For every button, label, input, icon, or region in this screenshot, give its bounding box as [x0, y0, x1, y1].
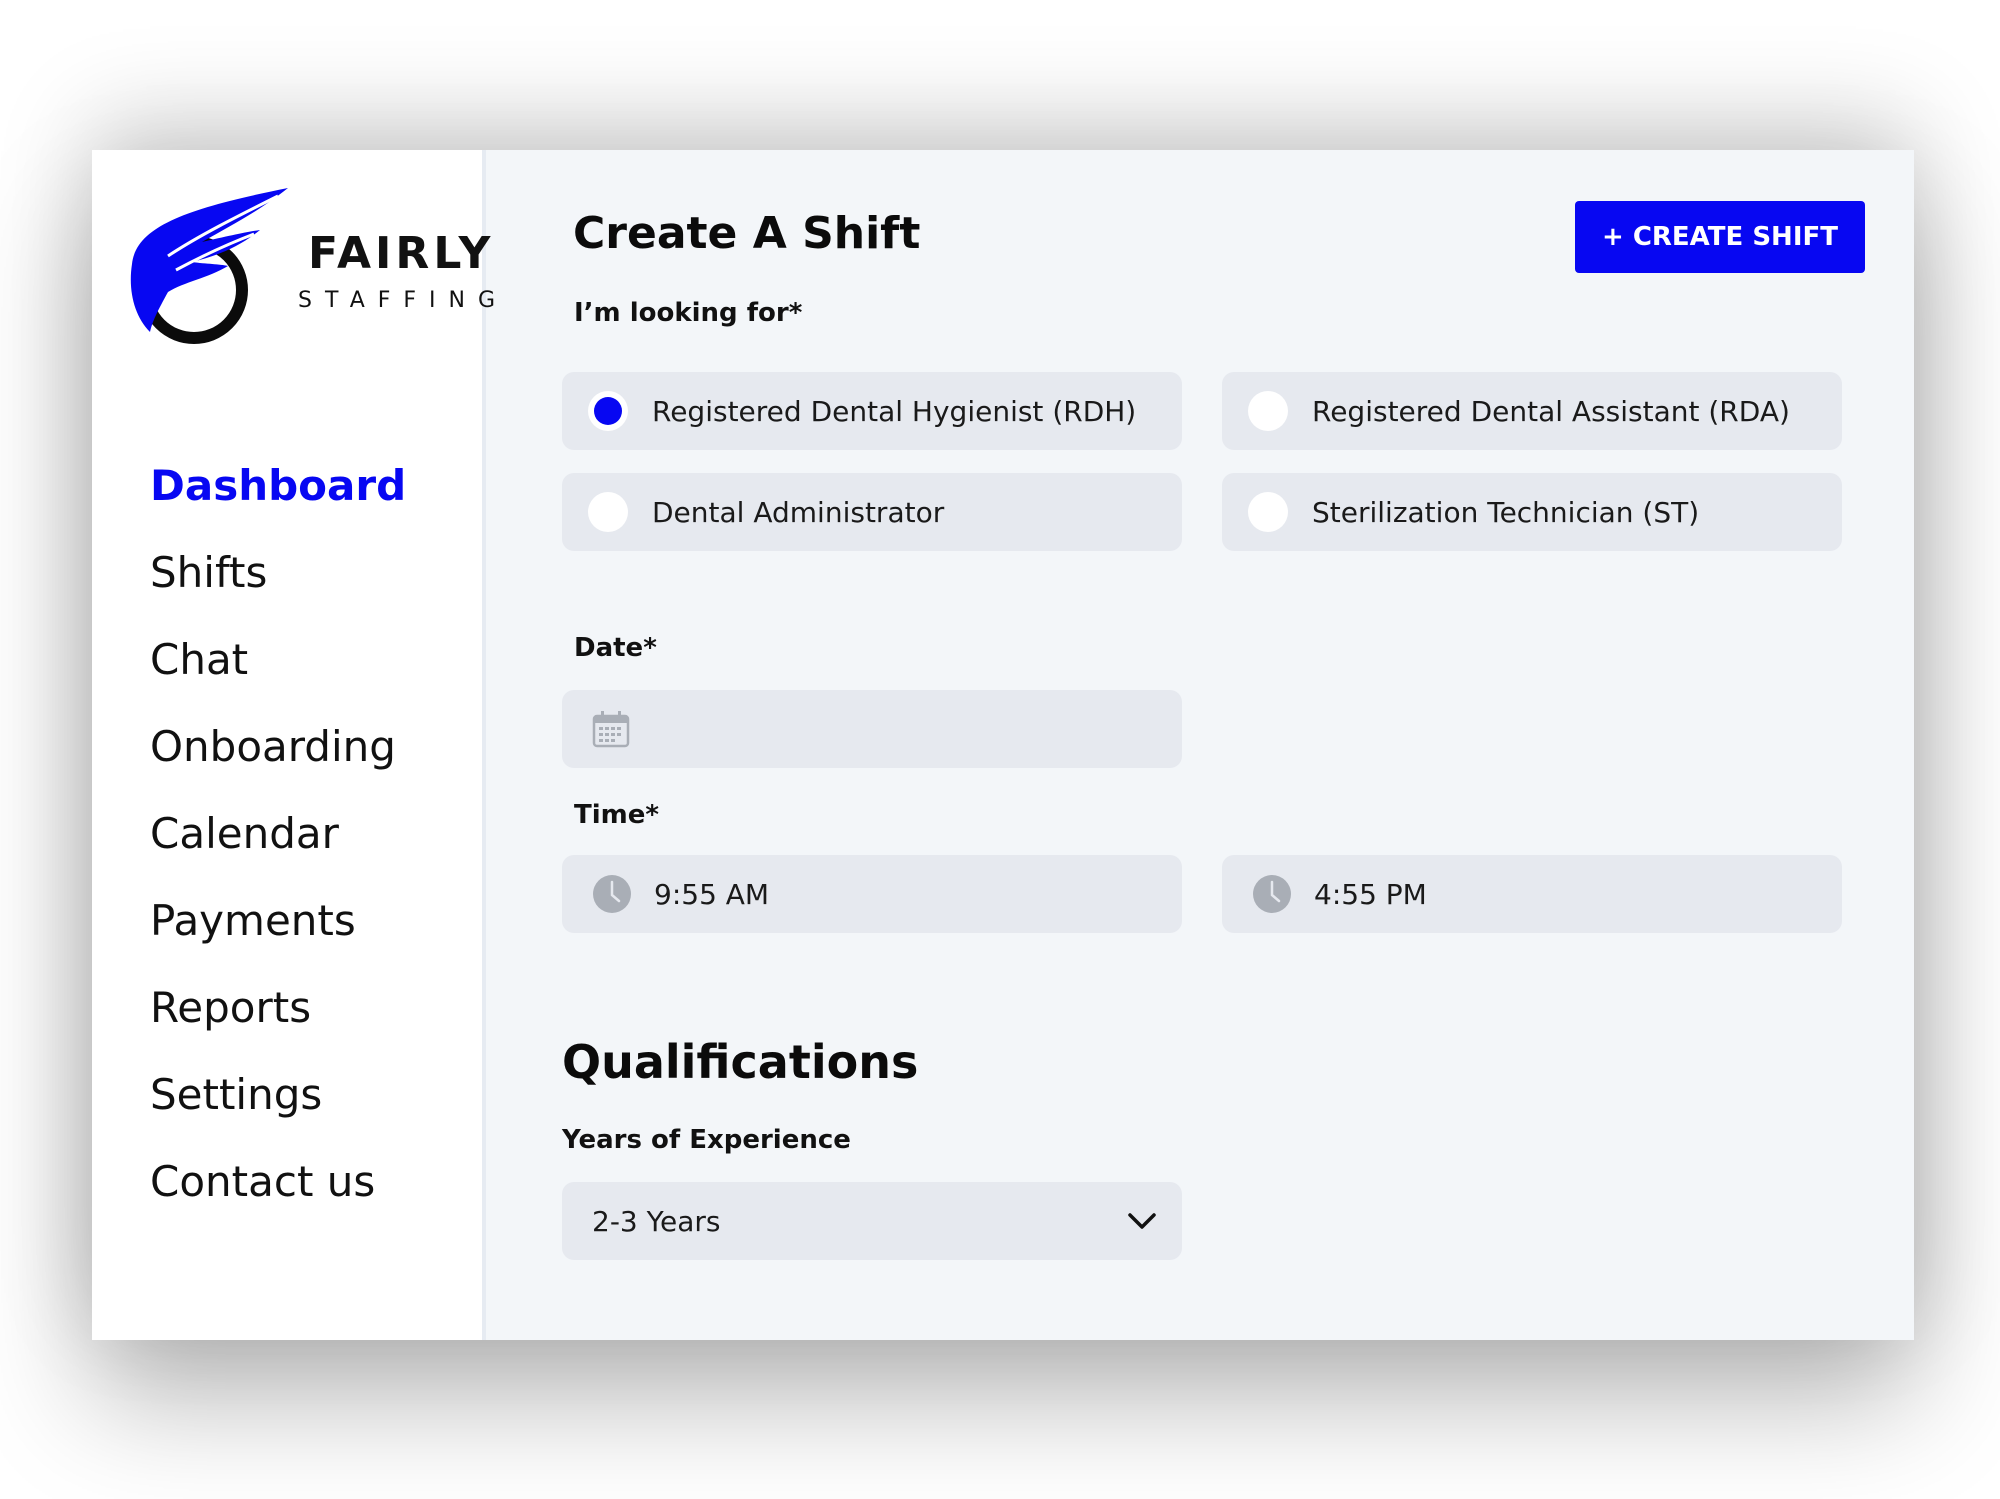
clock-icon	[1253, 875, 1291, 913]
date-input[interactable]	[562, 690, 1182, 768]
experience-select[interactable]: 2-3 Years	[562, 1182, 1182, 1260]
sidebar-item-settings[interactable]: Settings	[150, 1051, 406, 1138]
sidebar-item-contact-us[interactable]: Contact us	[150, 1138, 406, 1225]
stage: FAIRLY STAFFING Dashboard Shifts Chat On…	[0, 0, 2000, 1499]
sidebar: FAIRLY STAFFING Dashboard Shifts Chat On…	[92, 150, 495, 1340]
date-label: Date*	[574, 633, 657, 663]
looking-for-label: I’m looking for*	[574, 298, 803, 328]
radio-st[interactable]	[1248, 492, 1288, 532]
option-rda-label: Registered Dental Assistant (RDA)	[1312, 394, 1790, 428]
option-rda[interactable]: Registered Dental Assistant (RDA)	[1222, 372, 1842, 450]
clock-icon	[593, 875, 631, 913]
brand-logo[interactable]: FAIRLY STAFFING	[128, 186, 495, 346]
option-dental-admin[interactable]: Dental Administrator	[562, 473, 1182, 551]
chevron-down-icon[interactable]	[1126, 1210, 1158, 1232]
start-time-value: 9:55 AM	[654, 877, 770, 911]
experience-value: 2-3 Years	[592, 1204, 721, 1238]
calendar-icon[interactable]	[592, 710, 630, 748]
option-st-label: Sterilization Technician (ST)	[1312, 495, 1700, 529]
radio-rdh[interactable]	[588, 391, 628, 431]
sidebar-item-onboarding[interactable]: Onboarding	[150, 703, 406, 790]
sidebar-item-dashboard[interactable]: Dashboard	[150, 442, 406, 529]
brand-name: FAIRLY	[308, 228, 495, 279]
option-rdh[interactable]: Registered Dental Hygienist (RDH)	[562, 372, 1182, 450]
sidebar-item-reports[interactable]: Reports	[150, 964, 406, 1051]
radio-dental-admin[interactable]	[588, 492, 628, 532]
sidebar-item-chat[interactable]: Chat	[150, 616, 406, 703]
page-title: Create A Shift	[573, 208, 921, 259]
app-window: FAIRLY STAFFING Dashboard Shifts Chat On…	[92, 150, 1914, 1340]
option-dental-admin-label: Dental Administrator	[652, 495, 945, 529]
option-rdh-label: Registered Dental Hygienist (RDH)	[652, 394, 1137, 428]
time-label: Time*	[574, 800, 659, 830]
sidebar-nav: Dashboard Shifts Chat Onboarding Calenda…	[150, 442, 406, 1225]
radio-rda[interactable]	[1248, 391, 1288, 431]
sidebar-item-calendar[interactable]: Calendar	[150, 790, 406, 877]
sidebar-item-shifts[interactable]: Shifts	[150, 529, 406, 616]
option-st[interactable]: Sterilization Technician (ST)	[1222, 473, 1842, 551]
end-time-input[interactable]: 4:55 PM	[1222, 855, 1842, 933]
create-shift-button[interactable]: + CREATE SHIFT	[1575, 201, 1865, 273]
brand-tagline: STAFFING	[298, 288, 509, 313]
qualifications-title: Qualifications	[562, 1035, 919, 1089]
end-time-value: 4:55 PM	[1314, 877, 1427, 911]
wing-logo-icon	[130, 188, 288, 344]
start-time-input[interactable]: 9:55 AM	[562, 855, 1182, 933]
sidebar-item-payments[interactable]: Payments	[150, 877, 406, 964]
experience-label: Years of Experience	[562, 1125, 851, 1155]
main-panel: Create A Shift + CREATE SHIFT I’m lookin…	[490, 150, 1914, 1340]
